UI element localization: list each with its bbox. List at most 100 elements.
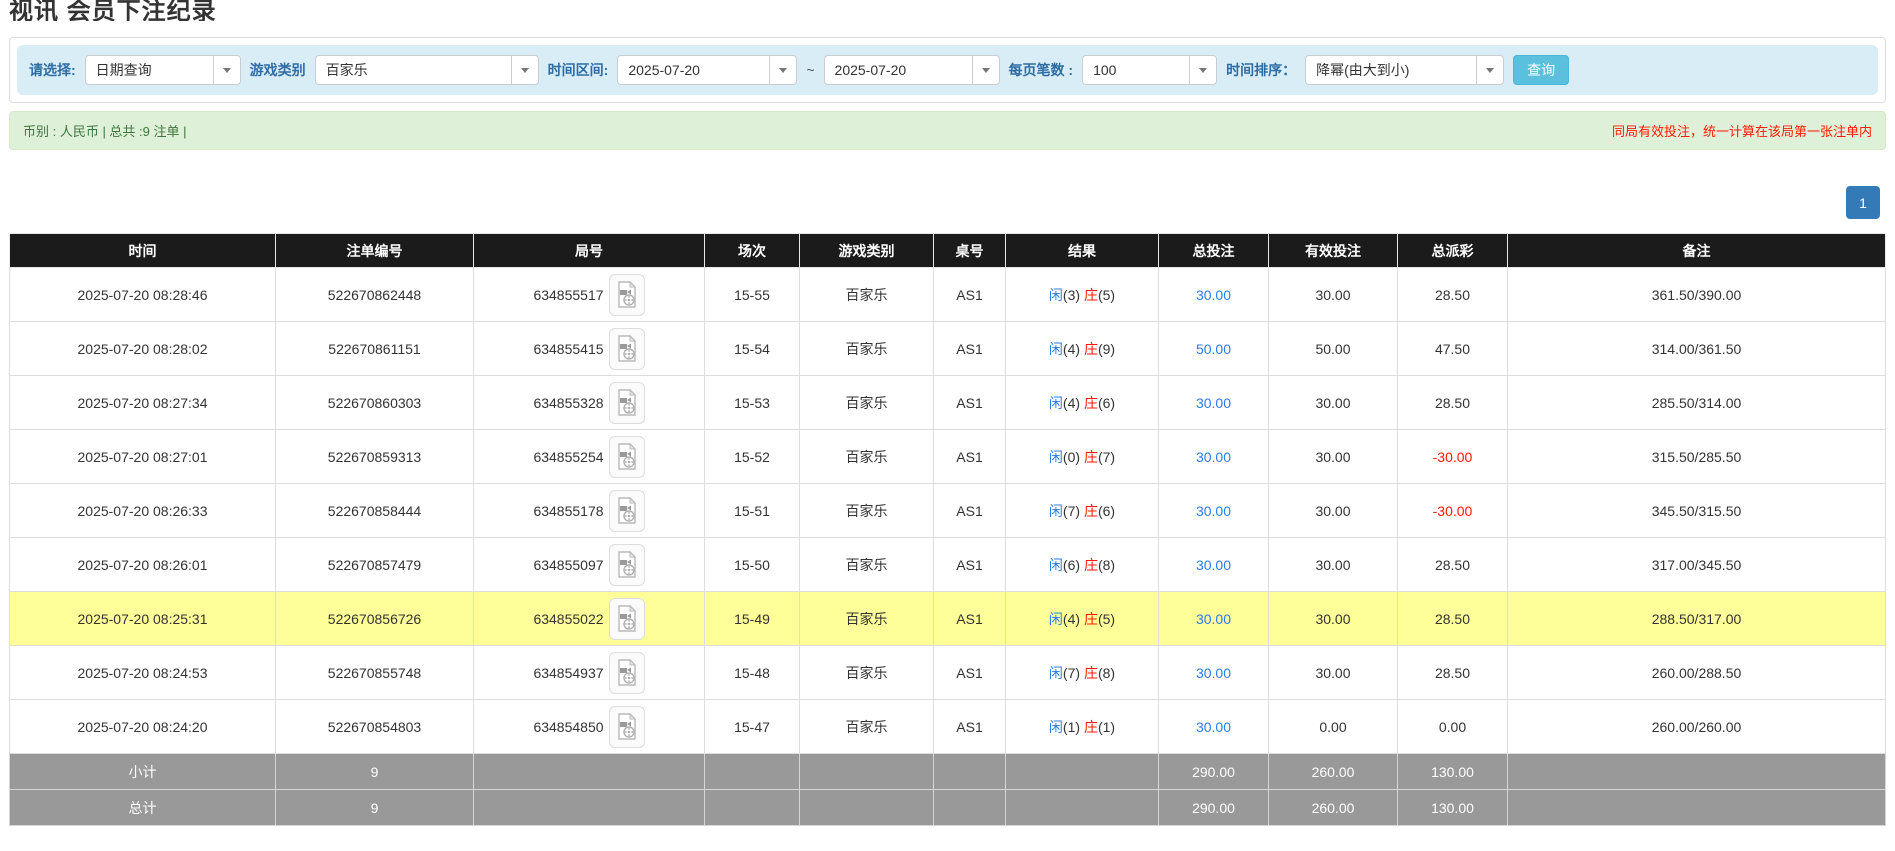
- cell-round-id: 634855415: [474, 322, 705, 376]
- table-row: 2025-07-20 08:28:02 522670861151 6348554…: [10, 322, 1886, 376]
- cell-bet-id: 522670859313: [276, 430, 474, 484]
- cell-session: 15-55: [705, 268, 800, 322]
- page-title-wrap: 视讯 会员下注纪录: [9, 0, 1886, 21]
- cell-valid-bet: 30.00: [1269, 268, 1398, 322]
- table-row: 2025-07-20 08:26:01 522670857479 6348550…: [10, 538, 1886, 592]
- per-page-value[interactable]: 100: [1082, 55, 1189, 85]
- cell-remark: 260.00/260.00: [1508, 700, 1886, 754]
- game-type-select[interactable]: 百家乐: [315, 55, 539, 85]
- chevron-down-icon: [779, 68, 787, 73]
- header-valid-bet: 有效投注: [1269, 234, 1398, 268]
- grand-total-row: 总计 9 290.00 260.00 130.00: [10, 790, 1886, 826]
- cell-bet-id: 522670857479: [276, 538, 474, 592]
- cell-payout: 28.50: [1398, 646, 1508, 700]
- date-to-caret-button[interactable]: [972, 55, 1000, 85]
- cell-round-id: 634855517: [474, 268, 705, 322]
- game-type-value[interactable]: 百家乐: [315, 55, 511, 85]
- video-replay-icon[interactable]: [609, 274, 645, 316]
- table-row: 2025-07-20 08:25:31 522670856726 6348550…: [10, 592, 1886, 646]
- banker-result: 庄: [1084, 449, 1098, 465]
- grand-total-count: 9: [276, 790, 474, 826]
- subtotal-payout: 130.00: [1398, 754, 1508, 790]
- date-from-select[interactable]: 2025-07-20: [617, 55, 797, 85]
- video-replay-icon[interactable]: [609, 490, 645, 532]
- query-type-value[interactable]: 日期查询: [85, 55, 213, 85]
- per-page-caret-button[interactable]: [1189, 55, 1217, 85]
- cell-total-bet[interactable]: 30.00: [1159, 646, 1269, 700]
- player-result: 闲: [1049, 503, 1063, 519]
- cell-remark: 260.00/288.50: [1508, 646, 1886, 700]
- time-sort-select[interactable]: 降幂(由大到小): [1305, 55, 1504, 85]
- cell-session: 15-50: [705, 538, 800, 592]
- date-to-value[interactable]: 2025-07-20: [824, 55, 972, 85]
- video-replay-icon[interactable]: [609, 544, 645, 586]
- cell-session: 15-49: [705, 592, 800, 646]
- bet-records-table: 时间 注单编号 局号 场次 游戏类别 桌号 结果 总投注 有效投注 总派彩 备注…: [9, 233, 1886, 826]
- date-from-caret-button[interactable]: [769, 55, 797, 85]
- cell-time: 2025-07-20 08:27:34: [10, 376, 276, 430]
- cell-total-bet[interactable]: 30.00: [1159, 592, 1269, 646]
- per-page-select[interactable]: 100: [1082, 55, 1217, 85]
- cell-total-bet[interactable]: 30.00: [1159, 700, 1269, 754]
- pagination-page-1-button[interactable]: 1: [1846, 186, 1880, 219]
- video-replay-icon[interactable]: [609, 598, 645, 640]
- time-sort-value[interactable]: 降幂(由大到小): [1305, 55, 1476, 85]
- cell-total-bet[interactable]: 30.00: [1159, 484, 1269, 538]
- currency-total-text: 币别 : 人民币 | 总共 :9 注单 |: [23, 121, 187, 140]
- cell-result: 闲(4) 庄(9): [1006, 322, 1159, 376]
- cell-total-bet[interactable]: 50.00: [1159, 322, 1269, 376]
- query-type-select[interactable]: 日期查询: [85, 55, 241, 85]
- cell-time: 2025-07-20 08:28:46: [10, 268, 276, 322]
- header-game-type: 游戏类别: [800, 234, 934, 268]
- cell-round-id: 634855178: [474, 484, 705, 538]
- cell-total-bet[interactable]: 30.00: [1159, 430, 1269, 484]
- cell-round-id: 634855328: [474, 376, 705, 430]
- cell-session: 15-51: [705, 484, 800, 538]
- date-to-select[interactable]: 2025-07-20: [824, 55, 1000, 85]
- cell-bet-id: 522670856726: [276, 592, 474, 646]
- cell-game-type: 百家乐: [800, 538, 934, 592]
- subtotal-total-bet: 290.00: [1159, 754, 1269, 790]
- header-remark: 备注: [1508, 234, 1886, 268]
- cell-bet-id: 522670858444: [276, 484, 474, 538]
- cell-game-type: 百家乐: [800, 646, 934, 700]
- cell-payout: 28.50: [1398, 268, 1508, 322]
- cell-total-bet[interactable]: 30.00: [1159, 376, 1269, 430]
- cell-payout: -30.00: [1398, 484, 1508, 538]
- subtotal-label: 小计: [10, 754, 276, 790]
- cell-payout: 0.00: [1398, 700, 1508, 754]
- cell-valid-bet: 30.00: [1269, 538, 1398, 592]
- cell-total-bet[interactable]: 30.00: [1159, 538, 1269, 592]
- table-row: 2025-07-20 08:27:01 522670859313 6348552…: [10, 430, 1886, 484]
- video-replay-icon[interactable]: [609, 436, 645, 478]
- cell-remark: 345.50/315.50: [1508, 484, 1886, 538]
- banker-result: 庄: [1084, 341, 1098, 357]
- banker-result: 庄: [1084, 557, 1098, 573]
- cell-session: 15-54: [705, 322, 800, 376]
- time-sort-caret-button[interactable]: [1476, 55, 1504, 85]
- video-replay-icon[interactable]: [609, 382, 645, 424]
- query-button[interactable]: 查询: [1513, 55, 1569, 85]
- filter-panel: 请选择: 日期查询 游戏类别 百家乐 时间区间: 2025-07-20 ~ 20…: [9, 37, 1886, 103]
- cell-total-bet[interactable]: 30.00: [1159, 268, 1269, 322]
- query-type-caret-button[interactable]: [213, 55, 241, 85]
- video-replay-icon[interactable]: [609, 652, 645, 694]
- select-type-label: 请选择:: [29, 60, 76, 80]
- cell-session: 15-53: [705, 376, 800, 430]
- game-type-caret-button[interactable]: [511, 55, 539, 85]
- cell-result: 闲(7) 庄(6): [1006, 484, 1159, 538]
- banker-result: 庄: [1084, 503, 1098, 519]
- grand-total-payout: 130.00: [1398, 790, 1508, 826]
- cell-payout: -30.00: [1398, 430, 1508, 484]
- cell-bet-id: 522670860303: [276, 376, 474, 430]
- video-replay-icon[interactable]: [609, 328, 645, 370]
- pagination: 1: [9, 186, 1886, 219]
- cell-payout: 28.50: [1398, 376, 1508, 430]
- video-replay-icon[interactable]: [609, 706, 645, 748]
- cell-valid-bet: 30.00: [1269, 430, 1398, 484]
- cell-game-type: 百家乐: [800, 592, 934, 646]
- date-from-value[interactable]: 2025-07-20: [617, 55, 769, 85]
- cell-remark: 314.00/361.50: [1508, 322, 1886, 376]
- cell-round-id: 634854937: [474, 646, 705, 700]
- subtotal-count: 9: [276, 754, 474, 790]
